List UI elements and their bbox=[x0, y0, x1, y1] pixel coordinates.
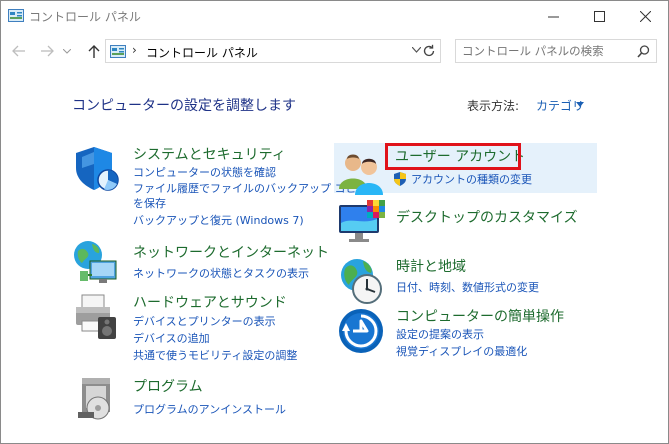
forward-button[interactable] bbox=[38, 43, 56, 59]
view-by-label: 表示方法: bbox=[467, 99, 520, 113]
maximize-button[interactable] bbox=[576, 1, 622, 31]
search-input[interactable] bbox=[462, 43, 627, 59]
category-title-system-security[interactable]: システムとセキュリティ bbox=[133, 146, 286, 164]
network-globe-icon bbox=[74, 241, 117, 283]
category-title-ease-of-access[interactable]: コンピューターの簡単操作 bbox=[396, 308, 564, 326]
maximize-icon bbox=[593, 10, 605, 22]
arrow-right-icon bbox=[41, 45, 54, 57]
search-icon[interactable] bbox=[637, 45, 650, 58]
link-add-device[interactable]: デバイスの追加 bbox=[133, 332, 210, 346]
back-button[interactable] bbox=[10, 43, 28, 59]
recent-locations-button[interactable] bbox=[61, 43, 73, 59]
link-suggested-settings[interactable]: 設定の提案の表示 bbox=[396, 328, 484, 342]
link-file-history-backup[interactable]: ファイル履歴でファイルのバックアップ コピー bbox=[133, 182, 368, 196]
dropdown-arrow-icon[interactable] bbox=[576, 102, 584, 107]
link-mobility-settings[interactable]: 共通で使うモビリティ設定の調整 bbox=[133, 349, 297, 363]
category-title-hardware-sound[interactable]: ハードウェアとサウンド bbox=[133, 294, 287, 312]
window-title: コントロール パネル bbox=[29, 10, 141, 24]
control-panel-icon bbox=[8, 9, 24, 22]
link-change-date-time-format[interactable]: 日付、時刻、数値形式の変更 bbox=[396, 281, 539, 295]
category-title-network[interactable]: ネットワークとインターネット bbox=[133, 244, 329, 262]
close-button[interactable] bbox=[622, 1, 668, 31]
programs-box-icon bbox=[78, 378, 110, 420]
minimize-icon bbox=[547, 16, 559, 17]
link-check-computer-status[interactable]: コンピューターの状態を確認 bbox=[133, 166, 276, 180]
breadcrumb-separator[interactable]: › bbox=[132, 43, 137, 57]
search-box[interactable] bbox=[455, 39, 657, 63]
highlight-annotation-box bbox=[385, 143, 521, 170]
control-panel-icon bbox=[110, 45, 126, 58]
address-box[interactable]: › コントロール パネル bbox=[105, 39, 441, 63]
ease-of-access-icon bbox=[339, 309, 383, 353]
uac-shield-icon bbox=[394, 172, 406, 186]
clock-globe-icon bbox=[341, 259, 382, 304]
link-optimize-display[interactable]: 視覚ディスプレイの最適化 bbox=[396, 345, 527, 359]
up-button[interactable] bbox=[85, 43, 103, 59]
page-heading: コンピューターの設定を調整します bbox=[72, 98, 296, 114]
link-devices-printers[interactable]: デバイスとプリンターの表示 bbox=[133, 315, 276, 329]
link-change-account-type[interactable]: アカウントの種類の変更 bbox=[411, 173, 532, 187]
title-bar[interactable]: コントロール パネル bbox=[1, 1, 668, 31]
users-icon bbox=[339, 154, 383, 195]
chevron-down-icon bbox=[63, 48, 71, 54]
security-shield-icon bbox=[76, 147, 119, 191]
category-title-programs[interactable]: プログラム bbox=[133, 378, 203, 396]
address-bar-row: › コントロール パネル bbox=[1, 35, 668, 67]
minimize-button[interactable] bbox=[530, 1, 576, 31]
desktop-customize-icon bbox=[339, 200, 385, 242]
category-title-clock-region[interactable]: 時計と地域 bbox=[396, 258, 466, 276]
link-backup-restore[interactable]: バックアップと復元 (Windows 7) bbox=[133, 214, 304, 228]
arrow-left-icon bbox=[12, 45, 25, 57]
close-icon bbox=[639, 10, 651, 22]
category-title-appearance[interactable]: デスクトップのカスタマイズ bbox=[396, 209, 578, 227]
printer-speaker-icon bbox=[76, 294, 116, 339]
control-panel-window: コントロール パネル › コントロール パネル コントロール パネルの検索 コン… bbox=[0, 0, 669, 444]
arrow-up-icon bbox=[88, 45, 100, 58]
refresh-button[interactable] bbox=[415, 41, 443, 61]
breadcrumb-control-panel[interactable]: コントロール パネル bbox=[146, 44, 258, 61]
link-file-history-backup-cont[interactable]: を保存 bbox=[133, 197, 166, 211]
refresh-icon bbox=[423, 44, 435, 57]
link-uninstall-program[interactable]: プログラムのアンインストール bbox=[133, 403, 286, 417]
link-network-status[interactable]: ネットワークの状態とタスクの表示 bbox=[133, 267, 309, 281]
